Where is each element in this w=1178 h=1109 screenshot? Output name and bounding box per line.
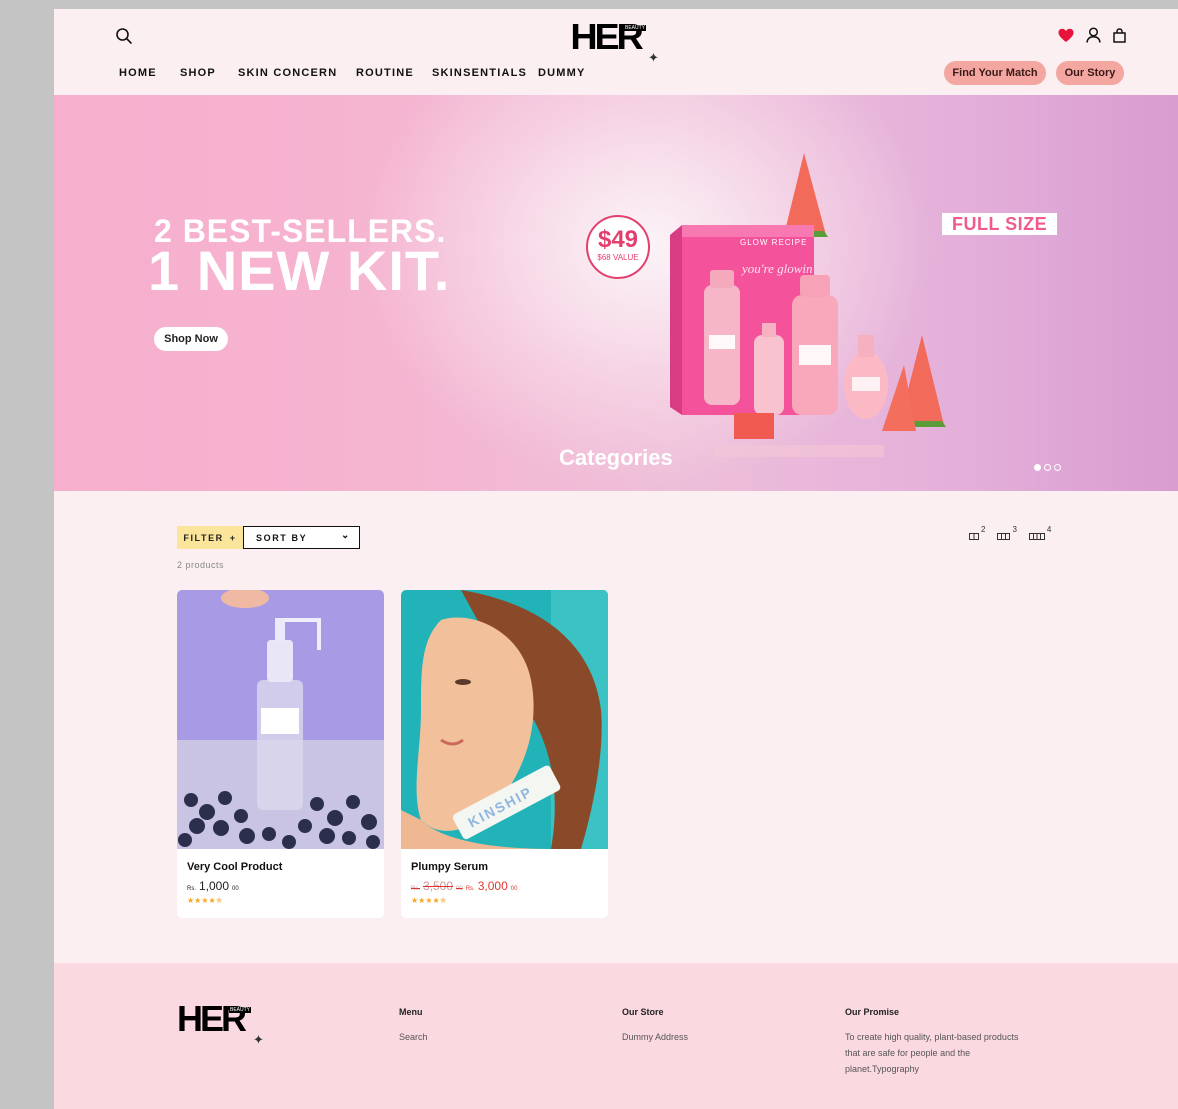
nav-home[interactable]: HOME [119, 67, 180, 79]
product-image: KINSHIP [401, 590, 608, 849]
footer-logo-subtext: BEAUTY [229, 1007, 252, 1013]
grid-4-label: 4 [1046, 525, 1052, 534]
nav-dummy[interactable]: DUMMY [538, 67, 598, 79]
price-badge: $49 $68 VALUE [586, 215, 650, 279]
footer-menu-heading: Menu [399, 1007, 423, 1017]
hero-banner[interactable]: GLOW RECIPE you're glowin 2 BEST-SELLERS… [54, 95, 1178, 491]
logo-subtext: BEAUTY [624, 25, 647, 31]
nav-skinsentials[interactable]: SKINSENTIALS [432, 67, 538, 79]
account-icon[interactable] [1086, 27, 1101, 43]
footer-store-heading: Our Store [622, 1007, 664, 1017]
footer-menu: Menu Search [399, 1007, 428, 1045]
filter-label: FILTER [183, 532, 224, 543]
full-size-tag: FULL SIZE [942, 213, 1058, 235]
footer-logo-text: HER [177, 998, 247, 1039]
filter-button[interactable]: FILTER + [177, 526, 243, 549]
sparkle-icon: ✦ [253, 1032, 264, 1047]
nav-skin-concern[interactable]: SKIN CONCERN [238, 67, 356, 79]
page: HER BEAUTY ✦ HOME SHOP SKIN CONCERN ROUT… [54, 9, 1178, 1109]
find-your-match-button[interactable]: Find Your Match [944, 61, 1046, 85]
price-badge-value: $49 [597, 226, 639, 253]
box-tagline-text: you're glowin [740, 261, 813, 276]
sparkle-icon: ✦ [648, 50, 659, 65]
sale-cents: 00 [510, 886, 518, 892]
site-footer: HER BEAUTY ✦ Menu Search Our Store Dummy… [54, 963, 1178, 1109]
footer-promise-heading: Our Promise [845, 1007, 900, 1017]
sort-label: SORT BY [256, 532, 308, 543]
grid-3-label: 3 [1012, 525, 1017, 534]
compare-price: 3,500 [423, 879, 454, 893]
slider-dot-3[interactable] [1054, 464, 1061, 471]
grid-2-icon [969, 533, 979, 540]
footer-store-address: Dummy Address [622, 1032, 689, 1042]
main-nav: HOME SHOP SKIN CONCERN ROUTINE SKINSENTI… [119, 67, 598, 79]
box-brand-text: GLOW RECIPE [740, 238, 807, 247]
star-rating: ★★★★✯ [187, 896, 223, 905]
compare-currency: Rs. [411, 886, 420, 892]
site-header: HER BEAUTY ✦ HOME SHOP SKIN CONCERN ROUT… [54, 9, 1178, 95]
footer-promise-line-3: planet.Typography [845, 1064, 920, 1074]
grid-toggle-group: 2 3 4 [969, 525, 1052, 541]
product-card[interactable]: Very Cool Product Rs. 1,000 00 ★★★★✯ [177, 590, 384, 918]
compare-cents: 00 [456, 886, 463, 892]
grid-3-icon [997, 533, 1011, 540]
footer-link-search[interactable]: Search [399, 1029, 428, 1045]
shop-now-button[interactable]: Shop Now [154, 327, 228, 351]
star-rating: ★★★★✯ [411, 896, 447, 905]
footer-promise-line-2: that are safe for people and the [845, 1048, 971, 1058]
plus-icon: + [229, 532, 237, 543]
our-story-button[interactable]: Our Story [1056, 61, 1124, 85]
footer-promise: Our Promise To create high quality, plan… [845, 1007, 1018, 1077]
footer-promise-line-1: To create high quality, plant-based prod… [845, 1032, 1019, 1042]
nav-shop[interactable]: SHOP [180, 67, 238, 79]
product-card[interactable]: KINSHIP Plumpy Serum Rs. 3,500 00 Rs. 3,0… [401, 590, 608, 918]
grid-2-label: 2 [981, 525, 986, 534]
grid-4-toggle[interactable]: 4 [1028, 525, 1052, 541]
search-icon[interactable] [115, 27, 133, 45]
price-main: 1,000 [199, 879, 230, 893]
footer-store: Our Store Dummy Address [622, 1007, 688, 1045]
categories-heading: Categories [559, 445, 673, 470]
header-icons [1058, 27, 1126, 43]
grid-4-icon [1028, 533, 1045, 540]
product-count: 2 products [177, 560, 225, 570]
site-logo[interactable]: HER BEAUTY ✦ [570, 19, 659, 65]
grid-2-toggle[interactable]: 2 [969, 525, 986, 541]
heart-icon[interactable] [1058, 28, 1074, 43]
currency: Rs. [187, 886, 196, 892]
price-badge-sub: $68 VALUE [597, 253, 639, 262]
sort-by-select[interactable]: SORT BY ⌄ [243, 526, 360, 549]
product-title[interactable]: Plumpy Serum [411, 861, 488, 873]
nav-routine[interactable]: ROUTINE [356, 67, 432, 79]
slider-dots [1034, 464, 1061, 471]
footer-logo[interactable]: HER BEAUTY ✦ [177, 998, 264, 1047]
grid-3-toggle[interactable]: 3 [997, 525, 1017, 541]
chevron-down-icon: ⌄ [341, 530, 351, 541]
bag-icon[interactable] [1113, 27, 1126, 43]
product-price: Rs. 1,000 00 [187, 879, 239, 893]
product-price: Rs. 3,500 00 Rs. 3,000 00 [411, 879, 517, 893]
product-image [177, 590, 384, 849]
slider-dot-1[interactable] [1034, 464, 1041, 471]
sale-price: 3,000 [477, 879, 508, 893]
hero-product-image: GLOW RECIPE you're glowin [670, 153, 946, 457]
hero-headline-2: 1 NEW KIT. [148, 239, 451, 302]
slider-dot-2[interactable] [1044, 464, 1051, 471]
product-title[interactable]: Very Cool Product [187, 861, 282, 873]
price-cents: 00 [232, 886, 239, 892]
sale-currency: Rs. [465, 886, 475, 892]
